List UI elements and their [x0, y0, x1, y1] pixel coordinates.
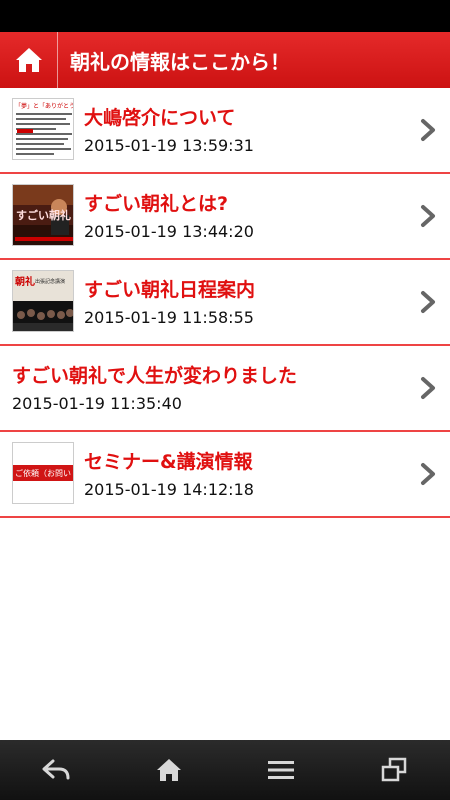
list-item[interactable]: すごい朝礼 すごい朝礼とは? 2015-01-19 13:44:20: [0, 174, 450, 260]
list-item[interactable]: ご依頼（お問い セミナー&講演情報 2015-01-19 14:12:18: [0, 432, 450, 518]
item-date: 2015-01-19 11:35:40: [12, 394, 182, 413]
item-date: 2015-01-19 13:59:31: [84, 136, 254, 155]
recent-apps-icon: [381, 757, 406, 782]
menu-button[interactable]: [251, 740, 311, 800]
home-button[interactable]: [139, 740, 199, 800]
item-date: 2015-01-19 13:44:20: [84, 222, 254, 241]
chevron-right-icon: [421, 205, 435, 227]
thumb-subtext: 出張記念講演: [35, 278, 65, 285]
thumb-text: ご依頼（お問い: [15, 468, 71, 478]
home-icon: [156, 759, 181, 781]
article-thumbnail: ご依頼（お問い: [12, 442, 74, 504]
item-title: すごい朝礼で人生が変わりました: [12, 365, 298, 387]
status-bar: [0, 0, 450, 32]
menu-icon: [268, 761, 295, 779]
header-home-button[interactable]: [0, 32, 58, 88]
chevron-right-icon: [421, 463, 435, 485]
thumb-text: すごい朝礼: [16, 208, 71, 222]
item-date: 2015-01-19 11:58:55: [84, 308, 254, 327]
article-thumbnail: すごい朝礼: [12, 184, 74, 246]
item-title: すごい朝礼日程案内: [84, 279, 256, 301]
app-header: 朝礼の情報はここから！: [0, 32, 450, 88]
chevron-right-icon: [421, 377, 435, 399]
item-title: すごい朝礼とは?: [84, 193, 229, 215]
article-thumbnail: 「夢」と「ありがとう」: [12, 98, 74, 160]
back-button[interactable]: [26, 740, 86, 800]
item-date: 2015-01-19 14:12:18: [84, 480, 254, 499]
item-title: 大嶋啓介について: [84, 107, 236, 129]
item-title: セミナー&講演情報: [84, 451, 253, 473]
list-item[interactable]: 朝礼 出張記念講演 すごい朝礼日程案内 2015-01-19 11:58:55: [0, 260, 450, 346]
recent-apps-button[interactable]: [364, 740, 424, 800]
thumb-text: 朝礼: [15, 275, 35, 288]
chevron-right-icon: [421, 291, 435, 313]
list-item[interactable]: すごい朝礼で人生が変わりました 2015-01-19 11:35:40: [0, 346, 450, 432]
page-title: 朝礼の情報はここから！: [70, 49, 290, 74]
thumb-text: 「夢」と「ありがとう」: [15, 102, 74, 110]
chevron-right-icon: [421, 119, 435, 141]
article-thumbnail: 朝礼 出張記念講演: [12, 270, 74, 332]
navigation-bar: [0, 740, 450, 800]
article-list: 「夢」と「ありがとう」 大嶋啓介について 2015-01-19 13:59:31: [0, 88, 450, 518]
list-item[interactable]: 「夢」と「ありがとう」 大嶋啓介について 2015-01-19 13:59:31: [0, 88, 450, 174]
back-arrow-icon: [42, 759, 70, 780]
home-icon: [15, 48, 42, 72]
